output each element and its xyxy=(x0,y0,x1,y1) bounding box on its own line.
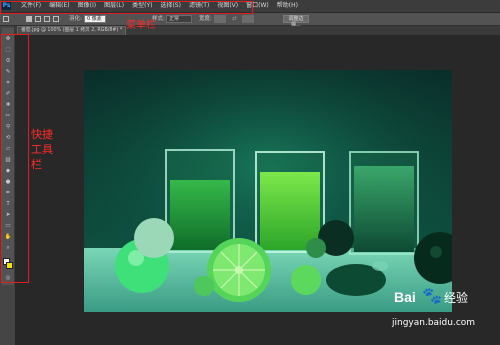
swap-icon[interactable]: ⇄ xyxy=(232,13,237,25)
marquee-tool-icon[interactable] xyxy=(3,16,9,22)
history-brush-icon[interactable]: ⟲ xyxy=(4,135,12,141)
options-bar: 羽化: 0 像素 样式: 正常 宽度: ⇄ 调整边缘... xyxy=(0,13,500,28)
width-label: 宽度: xyxy=(199,16,212,22)
menu-help[interactable]: 帮助(H) xyxy=(273,0,302,12)
width-input[interactable] xyxy=(214,15,226,23)
quick-select-icon[interactable]: ✎ xyxy=(4,69,12,75)
menu-window[interactable]: 窗口(W) xyxy=(242,0,273,12)
menu-layer[interactable]: 图层(L) xyxy=(100,0,128,12)
baidu-jingyan-watermark: Bai 🐾 经验 jingyan.baidu.com xyxy=(390,286,500,345)
zoom-icon[interactable]: ⌕ xyxy=(4,245,12,251)
menu-file[interactable]: 文件(F) xyxy=(17,0,45,12)
type-icon[interactable]: T xyxy=(4,201,12,207)
hand-icon[interactable]: ✋ xyxy=(4,234,12,240)
photoshop-logo[interactable]: Ps xyxy=(2,1,11,10)
jingyan-text: 经验 xyxy=(444,291,469,305)
healing-icon[interactable]: ✚ xyxy=(4,102,12,108)
lasso-icon[interactable]: ᘓ xyxy=(4,58,12,64)
pen-icon[interactable]: ✒ xyxy=(4,190,12,196)
document-tab[interactable]: 番茄.jpg @ 100% (图层 1 拷贝 2, RGB/8#) * xyxy=(17,26,127,35)
crop-icon[interactable]: ⌗ xyxy=(4,80,12,86)
add-selection-icon[interactable] xyxy=(35,16,41,22)
eraser-icon[interactable]: ▱ xyxy=(4,146,12,152)
height-input[interactable] xyxy=(242,15,254,23)
toolbar: ✥ ⬚ ᘓ ✎ ⌗ ✐ ✚ ✏ ⚲ ⟲ ▱ ▥ ◆ ● ✒ T ➤ ▭ ✋ ⌕ … xyxy=(2,28,15,285)
menu-image[interactable]: 图像(I) xyxy=(74,0,100,12)
dodge-icon[interactable]: ● xyxy=(4,179,12,185)
menubar-annotation-label: 菜单栏 xyxy=(126,20,156,31)
new-selection-icon[interactable] xyxy=(26,16,32,22)
document-image xyxy=(84,70,452,312)
refine-edge-button[interactable]: 调整边缘... xyxy=(283,15,309,28)
feather-input[interactable]: 0 像素 xyxy=(84,15,106,23)
gradient-icon[interactable]: ▥ xyxy=(4,157,12,163)
eyedropper-icon[interactable]: ✐ xyxy=(4,91,12,97)
baidu-brand-text: Bai xyxy=(394,289,416,305)
blur-icon[interactable]: ◆ xyxy=(4,168,12,174)
menu-filter[interactable]: 滤镜(T) xyxy=(185,0,213,12)
clone-stamp-icon[interactable]: ⚲ xyxy=(4,124,12,130)
move-icon[interactable]: ✥ xyxy=(4,36,12,42)
paw-icon: 🐾 xyxy=(422,286,442,305)
subtract-selection-icon[interactable] xyxy=(44,16,50,22)
path-select-icon[interactable]: ➤ xyxy=(4,212,12,218)
menu-view[interactable]: 视图(V) xyxy=(213,0,242,12)
brush-icon[interactable]: ✏ xyxy=(4,113,12,119)
menu-items: 文件(F) 编辑(E) 图像(I) 图层(L) 类型(Y) 选择(S) 滤镜(T… xyxy=(17,0,302,12)
menu-type[interactable]: 类型(Y) xyxy=(128,0,156,12)
menu-bar: Ps 文件(F) 编辑(E) 图像(I) 图层(L) 类型(Y) 选择(S) 滤… xyxy=(0,0,500,13)
menu-edit[interactable]: 编辑(E) xyxy=(45,0,73,12)
style-select[interactable]: 正常 xyxy=(166,15,192,23)
quick-mask-icon[interactable]: ◎ xyxy=(4,275,12,281)
toolbar-annotation-label: 快捷工具栏 xyxy=(31,128,53,171)
intersect-selection-icon[interactable] xyxy=(53,16,59,22)
menu-select[interactable]: 选择(S) xyxy=(156,0,185,12)
document-tab-bar: 番茄.jpg @ 100% (图层 1 拷贝 2, RGB/8#) * xyxy=(14,26,500,35)
watermark-url: jingyan.baidu.com xyxy=(392,318,476,328)
feather-label: 羽化: xyxy=(69,16,82,22)
marquee-icon[interactable]: ⬚ xyxy=(4,47,12,53)
background-color-swatch[interactable] xyxy=(6,262,13,269)
shape-icon[interactable]: ▭ xyxy=(4,223,12,229)
